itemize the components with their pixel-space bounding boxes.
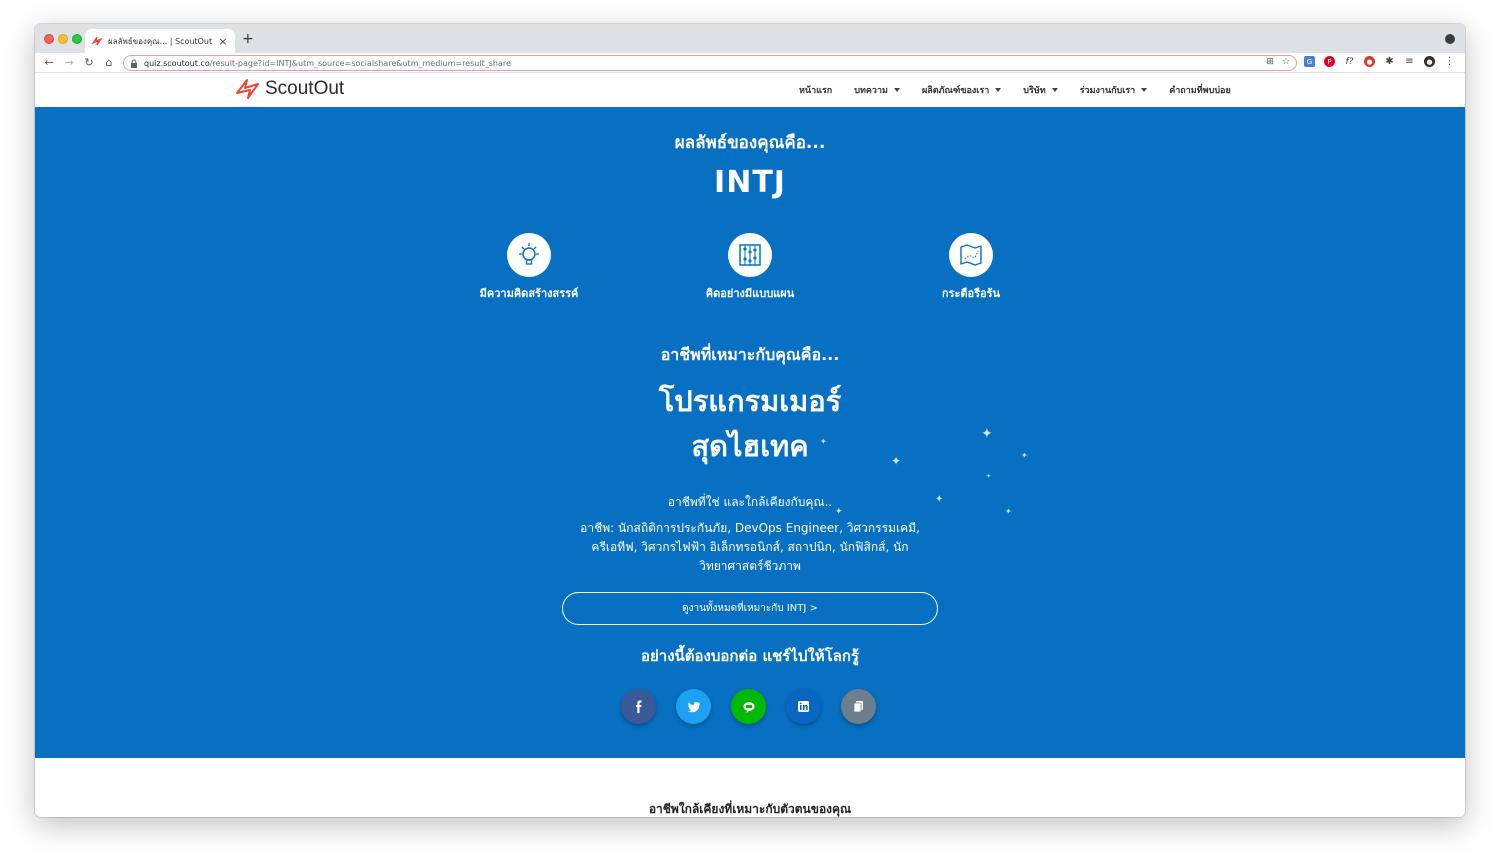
browser-toolbar: ← → ↻ ⌂ quiz.scoutout.co/result-page?id=… bbox=[35, 53, 1465, 73]
view-all-jobs-button[interactable]: ดูงานทั้งหมดที่เหมาะกับ INTJ > bbox=[562, 592, 938, 625]
similar-careers-title: อาชีพใกล้เคียงที่เหมาะกับตัวตนของคุณ bbox=[648, 802, 852, 816]
url-path: /result-page?id=INTJ&utm_source=socialsh… bbox=[209, 58, 511, 68]
url-text: quiz.scoutout.co/result-page?id=INTJ&utm… bbox=[144, 59, 511, 68]
share-buttons bbox=[621, 689, 876, 724]
sparkle-icon: ✦ bbox=[820, 437, 827, 446]
browser-menu-icon[interactable] bbox=[1445, 34, 1455, 44]
user-avatar[interactable]: ● bbox=[1424, 56, 1435, 67]
close-window-button[interactable] bbox=[44, 34, 54, 44]
share-twitter-button[interactable] bbox=[676, 689, 711, 724]
chevron-down-icon bbox=[1051, 88, 1058, 92]
scoutout-logo-icon bbox=[236, 79, 259, 99]
lock-icon bbox=[131, 59, 137, 68]
main-menu: หน้าแรก บทความ ผลิตภัณฑ์ของเรา บริษัท ร่วมงา… bbox=[799, 73, 1253, 107]
close-careers-label: อาชีพที่ใช่ และใกล้เคียงกับคุณ.. bbox=[667, 495, 833, 509]
trait-label: มีความคิดสร้างสรรค์ bbox=[479, 287, 579, 300]
nav-item-2[interactable]: ผลิตภัณฑ์ของเรา bbox=[921, 83, 1002, 97]
trait-enthusiastic: กระตือรือร้น bbox=[901, 233, 1041, 302]
line-icon bbox=[743, 701, 754, 713]
nav-item-label: บริษัท bbox=[1023, 86, 1046, 96]
linkedin-icon bbox=[798, 701, 809, 712]
url-host: quiz.scoutout.co bbox=[144, 58, 210, 68]
chevron-down-icon bbox=[995, 88, 1002, 92]
nav-item-label: ผลิตภัณฑ์ของเรา bbox=[921, 86, 990, 96]
copy-icon bbox=[853, 701, 863, 713]
scoutout-favicon-icon bbox=[91, 36, 103, 46]
address-bar[interactable]: quiz.scoutout.co/result-page?id=INTJ&utm… bbox=[123, 55, 1297, 71]
nav-item-label: คำถามที่พบบ่อย bbox=[1169, 86, 1231, 96]
trait-label: คิดอย่างมีแบบแผน bbox=[705, 287, 795, 300]
site-header: ScoutOut หน้าแรก บทความ ผลิตภัณฑ์ของเรา บริ… bbox=[35, 73, 1465, 107]
home-icon[interactable]: ⌂ bbox=[99, 56, 119, 69]
share-facebook-button[interactable] bbox=[621, 689, 656, 724]
maximize-window-button[interactable] bbox=[72, 34, 82, 44]
tab-strip: ผลลัพธ์ของคุณ... | ScoutOut × + bbox=[35, 24, 1465, 53]
browser-window: ผลลัพธ์ของคุณ... | ScoutOut × + ← → ↻ ⌂ … bbox=[35, 24, 1465, 817]
copy-link-button[interactable] bbox=[841, 689, 876, 724]
nav-item-0[interactable]: หน้าแรก bbox=[799, 83, 832, 97]
reading-list-icon[interactable]: ≡ bbox=[1404, 56, 1415, 67]
facebook-icon bbox=[635, 700, 641, 713]
map-icon bbox=[949, 233, 993, 277]
share-line-button[interactable] bbox=[731, 689, 766, 724]
nav-item-4[interactable]: ร่วมงานกับเรา bbox=[1080, 83, 1148, 97]
pinterest-extension-icon[interactable]: P bbox=[1324, 56, 1335, 67]
career-name-line2: สุดไฮเทค bbox=[691, 429, 809, 463]
scoutout-logo[interactable]: ScoutOut bbox=[235, 77, 344, 101]
reload-icon[interactable]: ↻ bbox=[79, 56, 99, 69]
nav-item-label: หน้าแรก bbox=[799, 86, 833, 96]
nav-item-1[interactable]: บทความ bbox=[854, 83, 900, 97]
back-icon[interactable]: ← bbox=[39, 56, 59, 69]
result-label: ผลลัพธ์ของคุณคือ... bbox=[674, 133, 826, 153]
result-hero: ผลลัพธ์ของคุณคือ... INTJ มีความคิดสร้างส… bbox=[35, 107, 1465, 758]
minimize-window-button[interactable] bbox=[58, 34, 68, 44]
logo-text: ScoutOut bbox=[265, 78, 345, 99]
chevron-down-icon bbox=[1141, 88, 1148, 92]
sparkle-icon: ✦ bbox=[891, 454, 902, 468]
share-title: อย่างนี้ต้องบอกต่อ แชร์ไปให้โลกรู้ bbox=[640, 647, 860, 665]
more-menu-icon[interactable]: ⋮ bbox=[1444, 56, 1455, 67]
new-tab-button[interactable]: + bbox=[242, 31, 254, 47]
sparkle-icon: ✦ bbox=[986, 473, 992, 480]
career-name-line1: โปรแกรมเมอร์ bbox=[658, 384, 842, 418]
extensions-puzzle-icon[interactable]: ✱ bbox=[1384, 56, 1395, 67]
tab-close-icon[interactable]: × bbox=[217, 35, 229, 48]
share-linkedin-button[interactable] bbox=[786, 689, 821, 724]
font-extension-icon[interactable]: f? bbox=[1344, 56, 1355, 67]
chevron-down-icon bbox=[893, 88, 900, 92]
sparkle-icon: ✦ bbox=[1021, 451, 1028, 460]
result-type: INTJ bbox=[714, 165, 786, 200]
trait-creative: มีความคิดสร้างสรรค์ bbox=[459, 233, 599, 302]
translate-extension-icon[interactable]: G bbox=[1304, 56, 1315, 67]
browser-tab[interactable]: ผลลัพธ์ของคุณ... | ScoutOut × bbox=[85, 29, 235, 53]
nav-item-label: ร่วมงานกับเรา bbox=[1079, 86, 1136, 96]
career-label: อาชีพที่เหมาะกับคุณคือ... bbox=[660, 345, 840, 364]
forward-icon[interactable]: → bbox=[59, 56, 79, 69]
nav-item-label: บทความ bbox=[854, 86, 888, 96]
abacus-icon bbox=[728, 233, 772, 277]
twitter-icon bbox=[687, 701, 700, 712]
trait-label: กระตือรือร้น bbox=[941, 287, 1001, 300]
nav-item-5[interactable]: คำถามที่พบบ่อย bbox=[1169, 83, 1230, 97]
tab-title: ผลลัพธ์ของคุณ... | ScoutOut bbox=[108, 36, 213, 46]
bookmark-star-icon[interactable]: ☆ bbox=[1282, 57, 1290, 67]
qr-code-icon[interactable]: ⊞ bbox=[1266, 57, 1274, 67]
trait-systematic: คิดอย่างมีแบบแผน bbox=[680, 233, 820, 302]
adblock-extension-icon[interactable]: ● bbox=[1364, 56, 1375, 67]
sparkle-icon: ✦ bbox=[981, 426, 993, 442]
jobs-list-text: อาชีพ: นักสถิติการประกันภัย, DevOps Engi… bbox=[580, 521, 920, 573]
nav-item-3[interactable]: บริษัท bbox=[1023, 83, 1058, 97]
lightbulb-icon bbox=[507, 233, 551, 277]
career-name: โปรแกรมเมอร์ สุดไฮเทค bbox=[35, 379, 1465, 469]
